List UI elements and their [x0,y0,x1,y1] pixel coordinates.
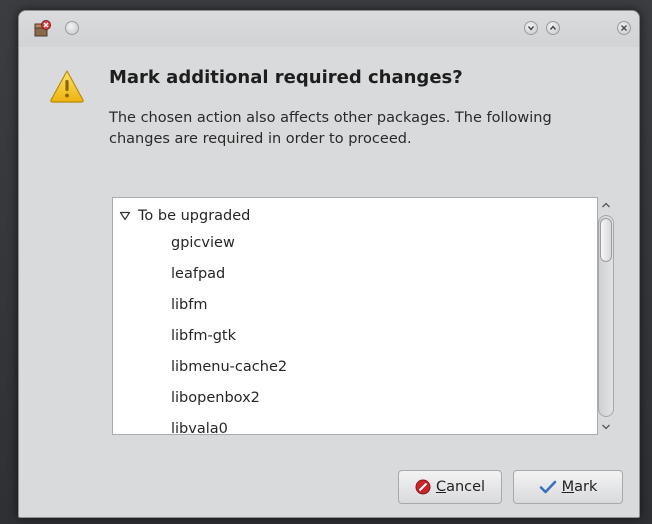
close-button[interactable] [617,21,631,35]
maximize-icon [549,25,557,30]
maximize-button[interactable] [546,21,560,35]
list-item[interactable]: gpicview [171,232,235,254]
expand-triangle-icon[interactable] [119,211,131,221]
changes-list[interactable]: To be upgraded gpicview leafpad libfm li… [112,197,598,435]
desktop-background: Mark additional required changes? The ch… [0,0,652,524]
group-row-to-be-upgraded[interactable]: To be upgraded [119,204,250,228]
list-item[interactable]: libvala0 [171,418,228,434]
close-icon [621,25,627,31]
scroll-down-icon[interactable] [599,421,613,433]
cancel-icon [415,479,431,495]
title-bar[interactable] [19,11,639,47]
list-item[interactable]: libfm [171,294,208,316]
list-item[interactable]: libmenu-cache2 [171,356,287,378]
package-manager-icon[interactable] [32,19,52,39]
list-item[interactable]: libopenbox2 [171,387,260,409]
dialog-description: The chosen action also affects other pac… [109,110,552,147]
cancel-button[interactable]: Cancel [398,470,502,504]
minimize-button[interactable] [524,21,538,35]
scroll-up-icon[interactable] [599,199,613,211]
list-item[interactable]: leafpad [171,263,225,285]
mark-label: Mark [561,479,598,495]
warning-icon [49,69,85,103]
list-item[interactable]: libfm-gtk [171,325,236,347]
cancel-label: Cancel [435,479,486,495]
mark-button[interactable]: Mark [513,470,623,504]
checkmark-icon [539,480,556,494]
group-label: To be upgraded [138,208,251,224]
vertical-scrollbar[interactable] [596,197,616,435]
dialog-heading: Mark additional required changes? [109,67,463,88]
scroll-thumb[interactable] [600,218,612,262]
minimize-icon [527,26,535,31]
dialog-window: Mark additional required changes? The ch… [18,10,640,518]
scroll-track[interactable] [598,215,614,417]
sticky-button[interactable] [65,21,79,35]
